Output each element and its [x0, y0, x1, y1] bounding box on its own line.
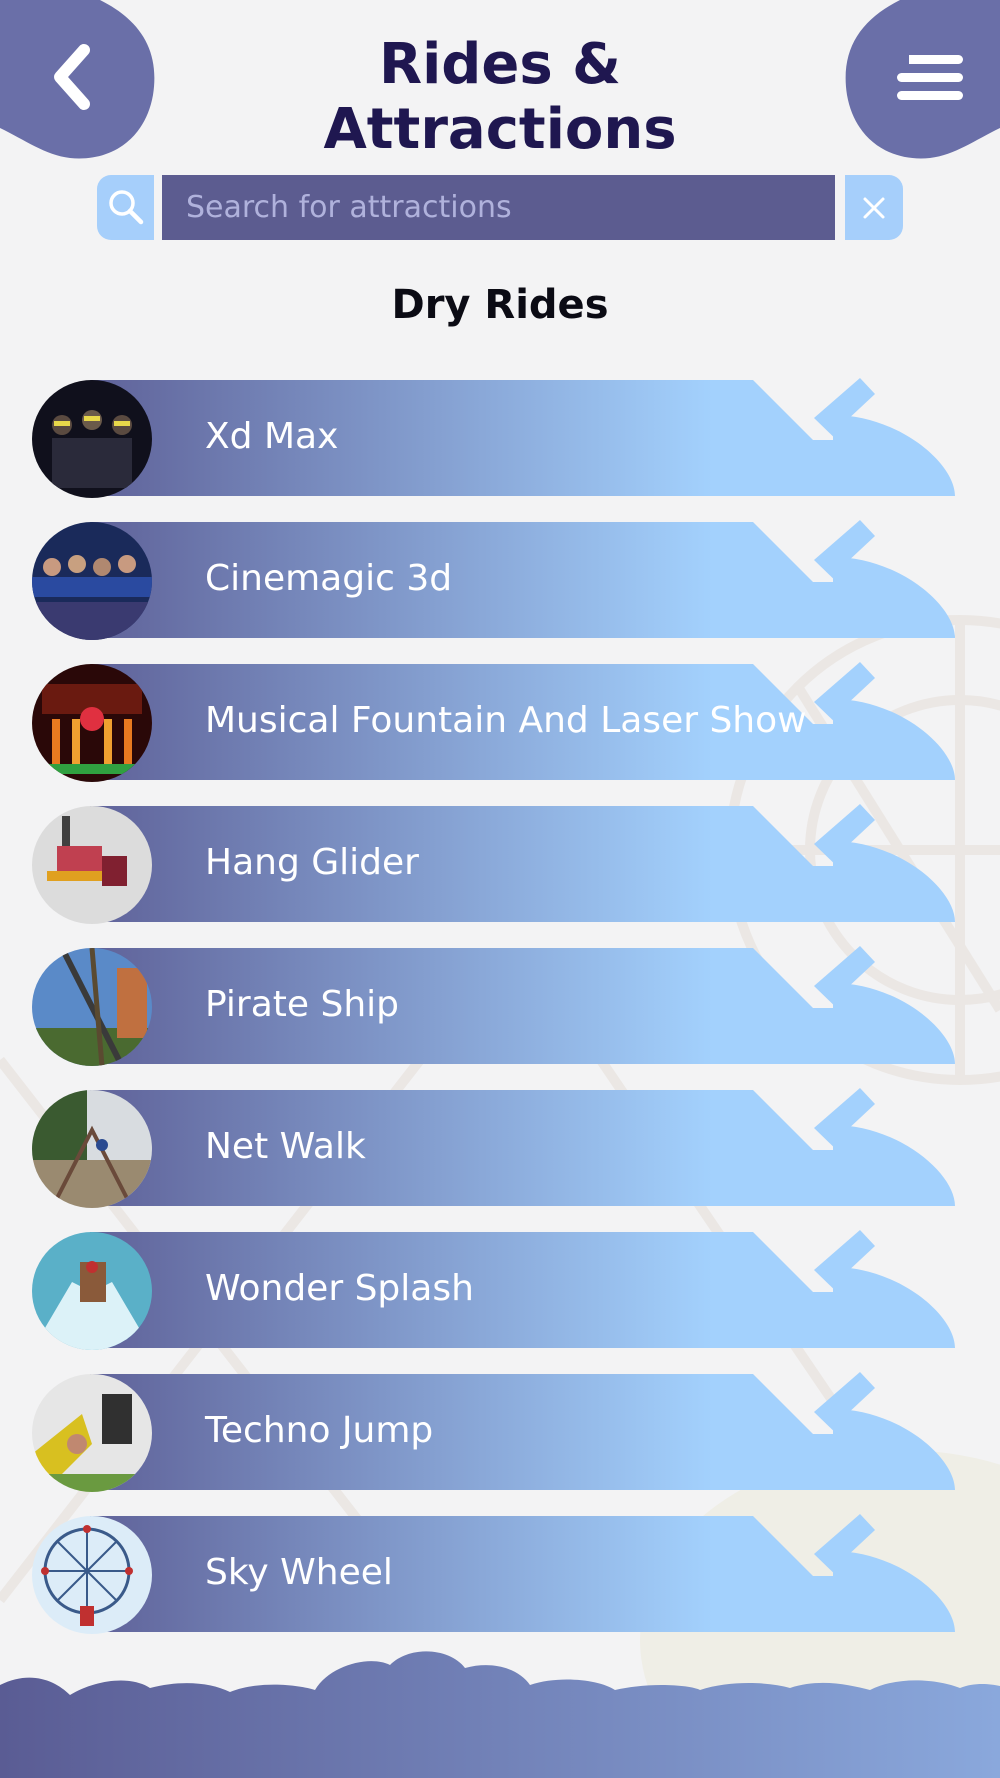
- ride-item[interactable]: Sky Wheel: [30, 1514, 960, 1638]
- ride-thumbnail: [32, 806, 152, 924]
- ride-item[interactable]: Pirate Ship: [30, 946, 960, 1070]
- ride-item[interactable]: Xd Max: [30, 378, 960, 502]
- ride-name: Cinemagic 3d: [205, 558, 453, 599]
- ride-item[interactable]: Hang Glider: [30, 804, 960, 928]
- ride-name: Xd Max: [205, 416, 339, 457]
- ride-thumbnail: [32, 1090, 152, 1208]
- ride-name: Wonder Splash: [205, 1268, 474, 1309]
- ride-item[interactable]: Musical Fountain And Laser Show: [30, 662, 960, 786]
- ride-name: Net Walk: [205, 1126, 366, 1167]
- ride-item[interactable]: Techno Jump: [30, 1372, 960, 1496]
- ride-item[interactable]: Wonder Splash: [30, 1230, 960, 1354]
- ride-thumbnail: [32, 380, 152, 498]
- ride-thumbnail: [32, 522, 152, 640]
- ride-name: Sky Wheel: [205, 1552, 393, 1593]
- arrow-icon: [814, 1372, 875, 1442]
- ride-name: Pirate Ship: [205, 984, 400, 1025]
- ride-thumbnail: [32, 1516, 152, 1634]
- ride-thumbnail: [32, 664, 152, 782]
- ride-name: Hang Glider: [205, 842, 419, 883]
- arrow-icon: [814, 804, 875, 874]
- arrow-icon: [814, 1088, 875, 1158]
- arrow-icon: [814, 662, 875, 732]
- arrow-icon: [814, 946, 875, 1016]
- ride-thumbnail: [32, 1374, 152, 1492]
- ride-thumbnail: [32, 1232, 152, 1350]
- arrow-icon: [814, 378, 875, 448]
- ride-name: Techno Jump: [205, 1410, 434, 1451]
- arrow-icon: [814, 1230, 875, 1300]
- ride-name: Musical Fountain And Laser Show: [205, 700, 807, 741]
- ride-thumbnail: [32, 948, 152, 1066]
- ride-item[interactable]: Cinemagic 3d: [30, 520, 960, 644]
- arrow-icon: [814, 1514, 875, 1584]
- footer-clouds: [0, 1651, 1000, 1778]
- ride-list: Xd Max Cinemagic 3d Musical Fountain And…: [0, 0, 1000, 1700]
- arrow-icon: [814, 520, 875, 590]
- ride-item[interactable]: Net Walk: [30, 1088, 960, 1212]
